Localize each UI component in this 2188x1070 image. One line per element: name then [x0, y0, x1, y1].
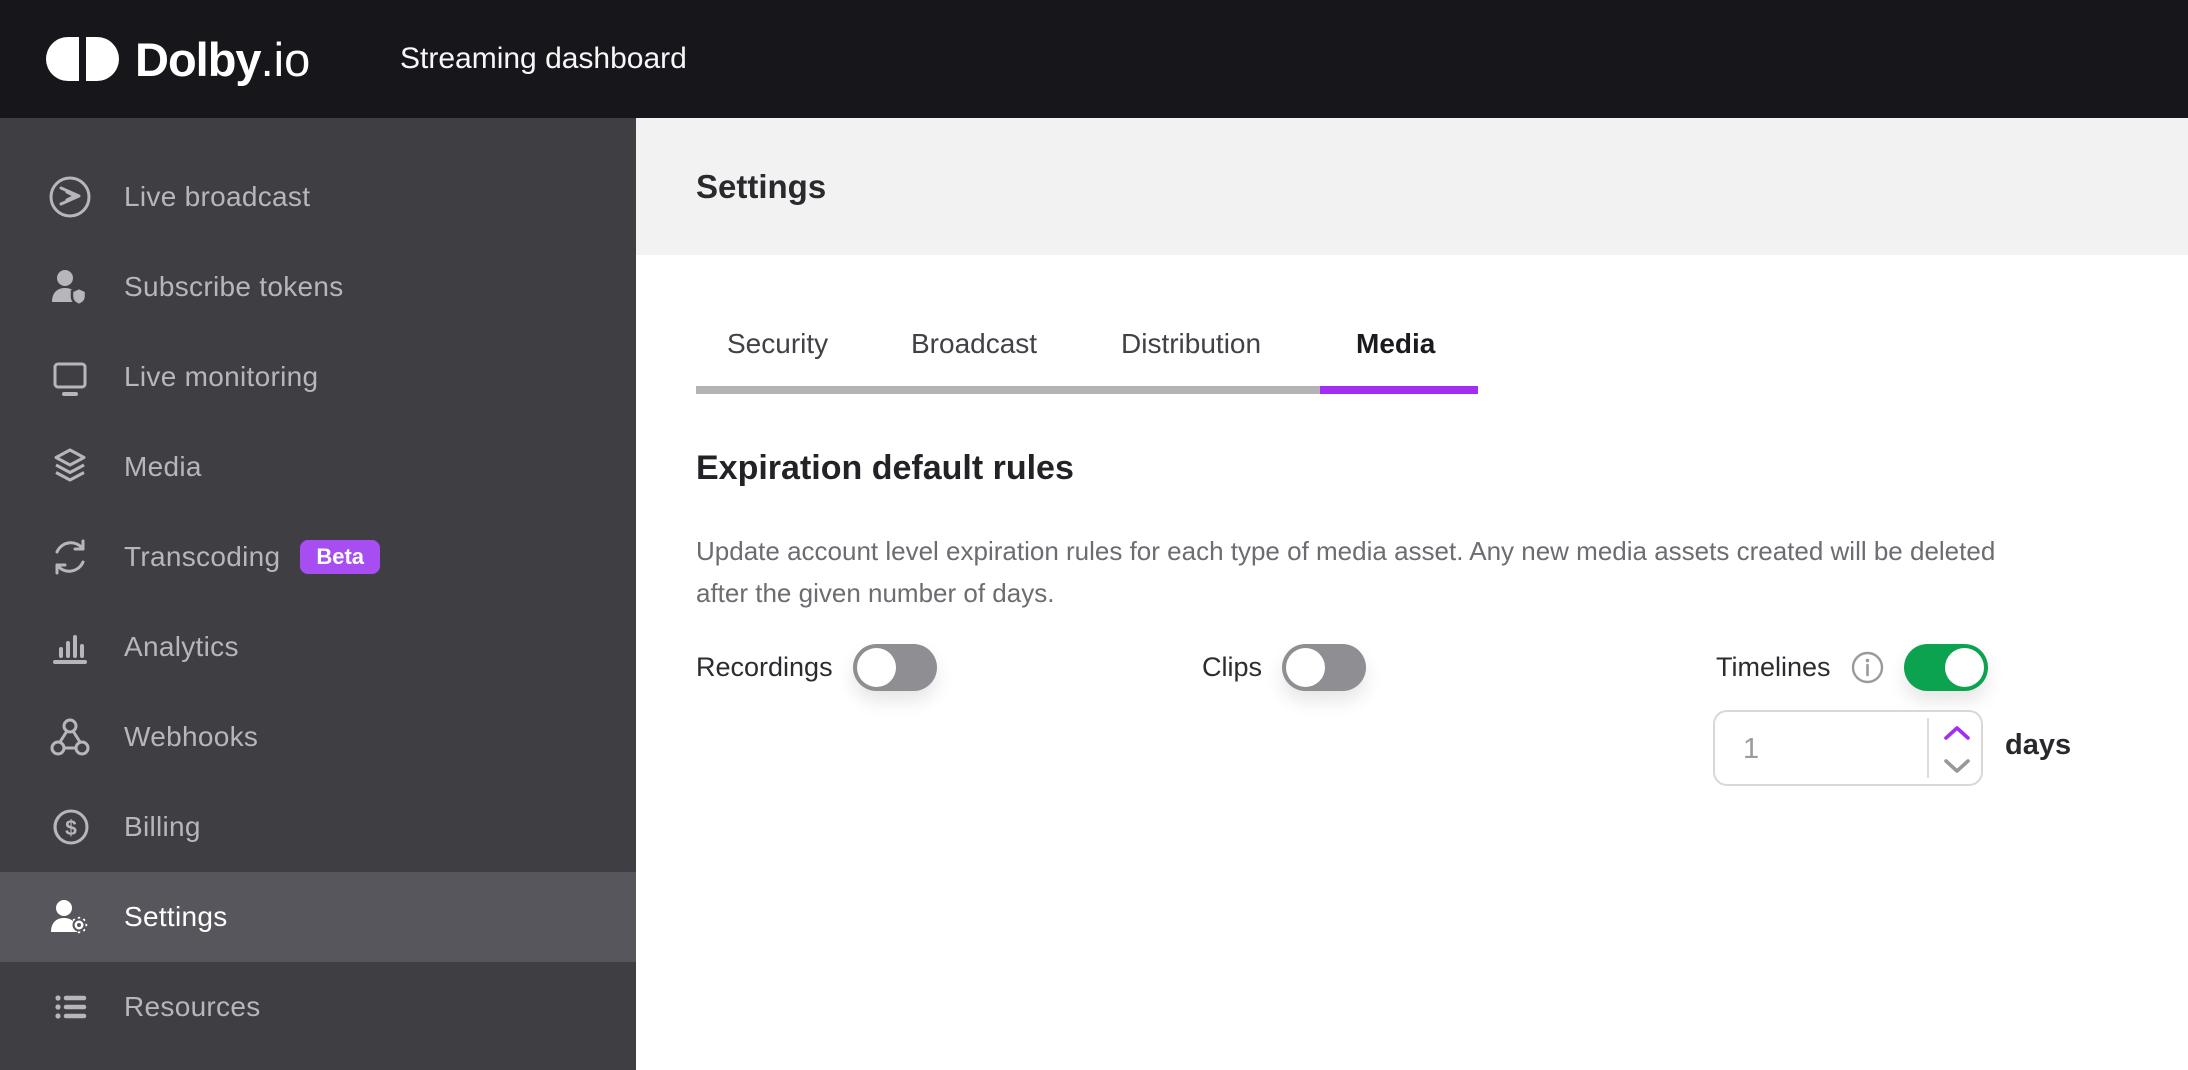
tab-underline-active: [1320, 386, 1478, 394]
tab-broadcast[interactable]: Broadcast: [911, 324, 1037, 364]
analytics-icon: [46, 623, 94, 671]
sidebar-item-media[interactable]: Media: [0, 422, 636, 512]
beta-badge: Beta: [300, 540, 381, 574]
billing-icon: $: [46, 803, 94, 851]
sidebar-item-live-monitoring[interactable]: Live monitoring: [0, 332, 636, 422]
toggle-knob: [1944, 647, 1984, 687]
sidebar-item-subscribe-tokens[interactable]: Subscribe tokens: [0, 242, 636, 332]
sidebar-item-analytics[interactable]: Analytics: [0, 602, 636, 692]
page-title: Settings: [696, 167, 827, 205]
sidebar-item-label: Billing: [124, 811, 201, 842]
sidebar-item-billing[interactable]: $ Billing: [0, 782, 636, 872]
tab-media[interactable]: Media: [1356, 324, 1435, 364]
sidebar-item-label: Media: [124, 451, 202, 482]
app-title: Streaming dashboard: [400, 42, 687, 75]
recordings-label: Recordings: [696, 651, 833, 682]
tab-distribution[interactable]: Distribution: [1121, 324, 1261, 364]
sidebar-item-resources[interactable]: Resources: [0, 962, 636, 1052]
dolby-double-d-icon: [46, 37, 119, 81]
settings-person-gear-icon: [46, 893, 94, 941]
sidebar-item-label: Subscribe tokens: [124, 271, 344, 302]
timelines-label: Timelines: [1716, 651, 1831, 682]
timelines-toggle[interactable]: [1903, 643, 1988, 691]
expiration-days-stepper: [1713, 710, 1983, 786]
clips-label: Clips: [1202, 651, 1263, 682]
sidebar-item-label: Analytics: [124, 631, 239, 662]
sidebar-item-webhooks[interactable]: Webhooks: [0, 692, 636, 782]
timelines-toggle-group: Timelines: [1716, 641, 1988, 693]
section-heading: Expiration default rules: [696, 449, 1074, 487]
clips-toggle[interactable]: [1282, 643, 1367, 691]
resources-list-icon: [46, 983, 94, 1031]
sidebar-item-label: Transcoding: [124, 541, 281, 572]
stepper-down-button[interactable]: [1931, 750, 1983, 780]
sidebar-item-label: Resources: [124, 991, 261, 1022]
info-icon[interactable]: [1851, 651, 1884, 684]
toggle-knob: [856, 647, 896, 687]
sidebar-item-settings[interactable]: Settings: [0, 872, 636, 962]
sidebar-item-label: Live monitoring: [124, 361, 319, 392]
top-bar: Dolby.io Streaming dashboard: [0, 0, 2188, 118]
page-header: Settings: [636, 118, 2188, 255]
sidebar-item-live-broadcast[interactable]: Live broadcast: [0, 152, 636, 242]
subscribe-tokens-icon: [46, 263, 94, 311]
sidebar: Live broadcast Subscribe tokens Live mon…: [0, 118, 636, 1070]
sidebar-item-label: Settings: [124, 901, 228, 932]
sidebar-item-label: Live broadcast: [124, 181, 311, 212]
sidebar-item-transcoding[interactable]: Transcoding Beta: [0, 512, 636, 602]
expiration-days-input[interactable]: [1715, 712, 1945, 786]
tab-underline-inactive: [696, 386, 1320, 394]
dolby-d-right: [86, 37, 119, 81]
logo-wordmark: Dolby.io: [135, 32, 311, 86]
svg-text:$: $: [65, 817, 77, 840]
stepper-up-button[interactable]: [1931, 718, 1983, 748]
toggle-knob: [1286, 647, 1326, 687]
recordings-toggle[interactable]: [852, 643, 937, 691]
clips-toggle-group: Clips: [1202, 641, 1367, 693]
dolby-logo[interactable]: Dolby.io: [46, 0, 310, 118]
stepper-divider: [1927, 718, 1929, 778]
dolby-d-left: [46, 37, 79, 81]
section-description: Update account level expiration rules fo…: [696, 536, 1996, 608]
live-broadcast-icon: [46, 173, 94, 221]
tab-security[interactable]: Security: [727, 324, 828, 364]
media-icon: [46, 443, 94, 491]
live-monitoring-icon: [46, 353, 94, 401]
transcoding-icon: [46, 533, 94, 581]
recordings-toggle-group: Recordings: [696, 641, 937, 693]
webhooks-icon: [46, 713, 94, 761]
sidebar-item-label: Webhooks: [124, 721, 259, 752]
days-unit-label: days: [2005, 729, 2072, 761]
main-content: Settings Security Broadcast Distribution…: [636, 118, 2188, 1070]
